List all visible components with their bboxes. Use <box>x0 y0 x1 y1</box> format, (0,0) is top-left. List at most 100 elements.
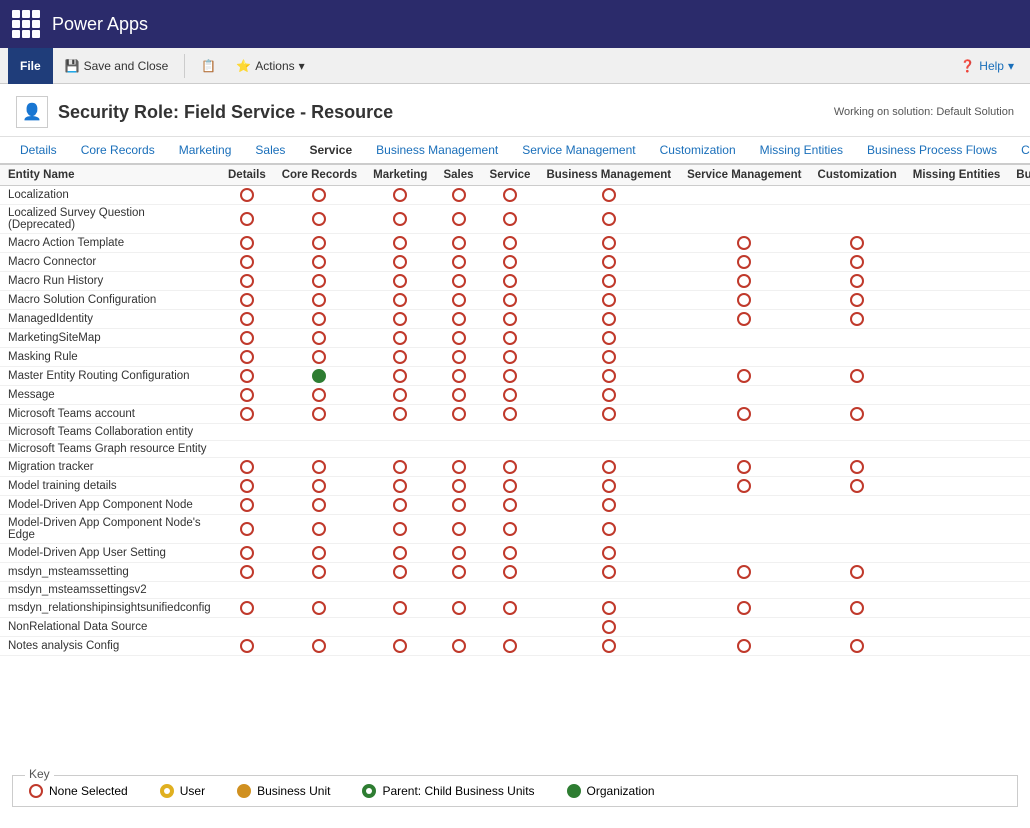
permission-cell[interactable] <box>274 186 365 205</box>
permission-cell[interactable] <box>220 367 274 386</box>
permission-cell[interactable] <box>538 618 679 637</box>
permission-cell[interactable] <box>810 563 905 582</box>
permission-cell[interactable] <box>679 544 809 563</box>
permission-cell[interactable] <box>810 424 905 441</box>
permission-cell[interactable] <box>905 515 1009 544</box>
table-container[interactable]: Entity Name Details Core Records Marketi… <box>0 165 1030 767</box>
permission-cell[interactable] <box>679 515 809 544</box>
permission-cell[interactable] <box>220 441 274 458</box>
permission-cell[interactable] <box>220 310 274 329</box>
permission-cell[interactable] <box>905 618 1009 637</box>
permission-cell[interactable] <box>220 186 274 205</box>
permission-cell[interactable] <box>274 253 365 272</box>
permission-cell[interactable] <box>1008 477 1030 496</box>
permission-cell[interactable] <box>1008 272 1030 291</box>
permission-cell[interactable] <box>679 329 809 348</box>
permission-cell[interactable] <box>274 272 365 291</box>
permission-cell[interactable] <box>1008 405 1030 424</box>
permission-cell[interactable] <box>220 205 274 234</box>
permission-cell[interactable] <box>365 291 435 310</box>
permission-cell[interactable] <box>435 405 481 424</box>
permission-cell[interactable] <box>905 253 1009 272</box>
permission-cell[interactable] <box>538 186 679 205</box>
permission-cell[interactable] <box>220 272 274 291</box>
permission-cell[interactable] <box>435 599 481 618</box>
permission-cell[interactable] <box>365 515 435 544</box>
permission-cell[interactable] <box>538 424 679 441</box>
permission-cell[interactable] <box>482 272 539 291</box>
permission-cell[interactable] <box>679 458 809 477</box>
tab-custom-entities[interactable]: Custom Entities <box>1009 137 1030 165</box>
permission-cell[interactable] <box>1008 544 1030 563</box>
permission-cell[interactable] <box>810 637 905 656</box>
permission-cell[interactable] <box>365 496 435 515</box>
permission-cell[interactable] <box>905 544 1009 563</box>
permission-cell[interactable] <box>810 618 905 637</box>
permission-cell[interactable] <box>365 310 435 329</box>
permission-cell[interactable] <box>220 477 274 496</box>
permission-cell[interactable] <box>274 205 365 234</box>
permission-cell[interactable] <box>482 618 539 637</box>
permission-cell[interactable] <box>482 348 539 367</box>
permission-cell[interactable] <box>365 599 435 618</box>
permission-cell[interactable] <box>538 205 679 234</box>
permission-cell[interactable] <box>1008 618 1030 637</box>
permission-cell[interactable] <box>482 544 539 563</box>
permission-cell[interactable] <box>538 291 679 310</box>
permission-cell[interactable] <box>482 637 539 656</box>
permission-cell[interactable] <box>220 424 274 441</box>
permission-cell[interactable] <box>482 186 539 205</box>
permission-cell[interactable] <box>905 205 1009 234</box>
permission-cell[interactable] <box>679 234 809 253</box>
permission-cell[interactable] <box>274 234 365 253</box>
tab-service[interactable]: Service <box>297 137 364 165</box>
permission-cell[interactable] <box>1008 186 1030 205</box>
permission-cell[interactable] <box>1008 205 1030 234</box>
permission-cell[interactable] <box>810 310 905 329</box>
tab-sales[interactable]: Sales <box>243 137 297 165</box>
permission-cell[interactable] <box>220 348 274 367</box>
permission-cell[interactable] <box>679 441 809 458</box>
permission-cell[interactable] <box>1008 599 1030 618</box>
permission-cell[interactable] <box>435 348 481 367</box>
permission-cell[interactable] <box>905 367 1009 386</box>
permission-cell[interactable] <box>365 272 435 291</box>
permission-cell[interactable] <box>435 386 481 405</box>
permission-cell[interactable] <box>905 477 1009 496</box>
permission-cell[interactable] <box>365 329 435 348</box>
permission-cell[interactable] <box>220 544 274 563</box>
permission-cell[interactable] <box>435 637 481 656</box>
permission-cell[interactable] <box>365 367 435 386</box>
permission-cell[interactable] <box>435 496 481 515</box>
tab-business-process-flows[interactable]: Business Process Flows <box>855 137 1009 165</box>
permission-cell[interactable] <box>810 205 905 234</box>
permission-cell[interactable] <box>905 348 1009 367</box>
permission-cell[interactable] <box>435 424 481 441</box>
permission-cell[interactable] <box>679 582 809 599</box>
tab-customization[interactable]: Customization <box>648 137 748 165</box>
permission-cell[interactable] <box>435 367 481 386</box>
permission-cell[interactable] <box>482 582 539 599</box>
permission-cell[interactable] <box>274 496 365 515</box>
permission-cell[interactable] <box>905 405 1009 424</box>
permission-cell[interactable] <box>220 582 274 599</box>
tab-marketing[interactable]: Marketing <box>167 137 244 165</box>
permission-cell[interactable] <box>1008 582 1030 599</box>
permission-cell[interactable] <box>274 544 365 563</box>
permission-cell[interactable] <box>905 599 1009 618</box>
permission-cell[interactable] <box>1008 637 1030 656</box>
help-button[interactable]: ❓ Help ▾ <box>952 55 1022 77</box>
permission-cell[interactable] <box>905 310 1009 329</box>
permission-cell[interactable] <box>905 329 1009 348</box>
permission-cell[interactable] <box>274 386 365 405</box>
permission-cell[interactable] <box>274 405 365 424</box>
permission-cell[interactable] <box>482 310 539 329</box>
permission-cell[interactable] <box>1008 424 1030 441</box>
permission-cell[interactable] <box>810 515 905 544</box>
permission-cell[interactable] <box>274 515 365 544</box>
permission-cell[interactable] <box>482 405 539 424</box>
permission-cell[interactable] <box>679 291 809 310</box>
permission-cell[interactable] <box>365 637 435 656</box>
permission-cell[interactable] <box>435 582 481 599</box>
permission-cell[interactable] <box>482 205 539 234</box>
